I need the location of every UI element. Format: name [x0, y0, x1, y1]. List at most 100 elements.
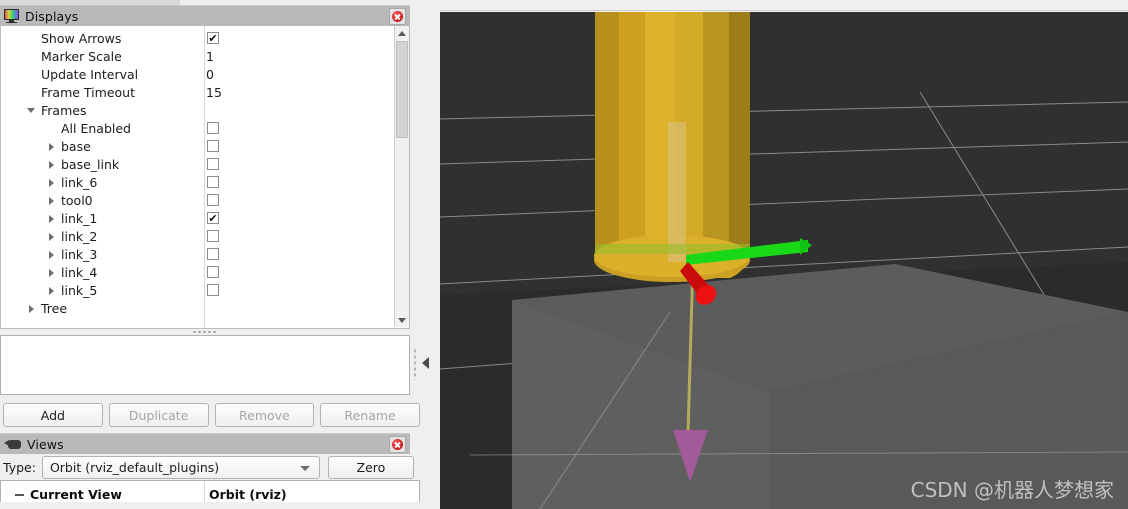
displays-description-box	[0, 335, 410, 395]
tree-row-label: Frames	[41, 102, 87, 118]
tree-row-value[interactable]: 1	[206, 49, 214, 64]
dock-collapse-handle[interactable]	[412, 340, 438, 388]
chevron-right-icon[interactable]	[47, 196, 56, 205]
tree-row-link-2[interactable]: link_2	[1, 227, 394, 245]
chevron-right-icon[interactable]	[47, 214, 56, 223]
render-viewport[interactable]: CSDN @机器人梦想家	[440, 12, 1128, 509]
render-scene	[440, 12, 1128, 509]
tree-row-label: Show Arrows	[41, 30, 122, 46]
tree-row-value[interactable]: 15	[206, 85, 222, 100]
tree-row-marker-scale[interactable]: Marker Scale 1	[1, 47, 394, 65]
tree-rows: Show Arrows ✔ Marker Scale 1 Update Interval…	[1, 29, 394, 317]
displays-button-row: Add Duplicate Remove Rename	[0, 403, 420, 428]
tree-row-link-3[interactable]: link_3	[1, 245, 394, 263]
scroll-down-arrow-icon[interactable]	[395, 313, 409, 327]
rename-button-label: Rename	[344, 407, 396, 423]
duplicate-button-label: Duplicate	[128, 407, 189, 423]
rename-button: Rename	[320, 403, 420, 427]
tree-row-label: base_link	[61, 156, 120, 172]
add-button[interactable]: Add	[3, 403, 103, 427]
tree-row-label: Frame Timeout	[41, 84, 135, 100]
tree-row-link-6[interactable]: link_6	[1, 173, 394, 191]
tree-no-expander	[27, 34, 36, 43]
duplicate-button: Duplicate	[108, 403, 209, 427]
tree-row-checkbox[interactable]	[207, 266, 219, 278]
tree-no-expander	[47, 124, 56, 133]
tree-no-expander	[27, 88, 36, 97]
tree-row-show-arrows[interactable]: Show Arrows ✔	[1, 29, 394, 47]
tree-row-label: link_2	[61, 228, 98, 244]
tree-row-all-enabled[interactable]: All Enabled	[1, 119, 394, 137]
tree-row-checkbox[interactable]	[207, 158, 219, 170]
views-close-button[interactable]	[389, 436, 406, 453]
remove-button: Remove	[214, 403, 315, 427]
rviz-window: Displays Show Arrows ✔ Marker Scale 1 Update…	[0, 0, 1128, 509]
tree-row-link-1[interactable]: link_1 ✔	[1, 209, 394, 227]
tree-row-label: base	[61, 138, 91, 154]
views-panel-titlebar: Views	[0, 433, 410, 454]
views-type-label: Type:	[3, 459, 36, 475]
scrollbar-thumb[interactable]	[396, 41, 408, 138]
tree-row-label: tool0	[61, 192, 93, 208]
tree-row-label: link_5	[61, 282, 98, 298]
displays-panel-titlebar: Displays	[0, 5, 410, 26]
views-type-combobox[interactable]: Orbit (rviz_default_plugins)	[41, 455, 320, 479]
tree-row-checkbox[interactable]	[207, 122, 219, 134]
tree-row-label: link_3	[61, 246, 98, 262]
tree-row-checkbox[interactable]: ✔	[207, 32, 219, 44]
zero-button[interactable]: Zero	[327, 455, 414, 479]
current-view-row[interactable]: Current View	[1, 487, 122, 502]
tree-row-frame-timeout[interactable]: Frame Timeout 15	[1, 83, 394, 101]
splitter-grip-dots	[192, 331, 218, 333]
collapse-grip-dots	[414, 348, 416, 380]
displays-close-button[interactable]	[389, 8, 406, 25]
chevron-right-icon[interactable]	[47, 232, 56, 241]
tree-row-checkbox[interactable]	[207, 230, 219, 242]
chevron-right-icon[interactable]	[47, 160, 56, 169]
views-type-value: Orbit (rviz_default_plugins)	[49, 459, 220, 475]
tree-row-label: link_6	[61, 174, 98, 190]
tree-row-checkbox[interactable]	[207, 176, 219, 188]
tree-row-checkbox[interactable]: ✔	[207, 212, 219, 224]
chevron-right-icon[interactable]	[47, 250, 56, 259]
tree-row-base[interactable]: base	[1, 137, 394, 155]
tree-row-checkbox[interactable]	[207, 284, 219, 296]
robot-link-cylinder	[594, 12, 750, 282]
remove-button-label: Remove	[239, 407, 290, 423]
tree-row-tool0[interactable]: tool0	[1, 191, 394, 209]
views-tree-column-divider	[204, 481, 205, 502]
chevron-right-icon[interactable]	[47, 178, 56, 187]
chevron-right-icon[interactable]	[27, 304, 36, 313]
displays-property-tree[interactable]: Show Arrows ✔ Marker Scale 1 Update Interval…	[0, 26, 410, 329]
camera-icon	[4, 439, 21, 450]
tree-row-link-5[interactable]: link_5	[1, 281, 394, 299]
tree-row-label: All Enabled	[61, 120, 131, 136]
tree-row-tree[interactable]: Tree	[1, 299, 394, 317]
scroll-up-arrow-icon[interactable]	[395, 26, 409, 40]
tree-row-value[interactable]: 0	[206, 67, 214, 82]
displays-panel-title: Displays	[25, 8, 79, 24]
tree-no-expander	[27, 70, 36, 79]
chevron-right-icon[interactable]	[47, 286, 56, 295]
current-view-value: Orbit (rviz)	[209, 487, 287, 502]
watermark-text: CSDN @机器人梦想家	[910, 478, 1114, 502]
views-property-tree[interactable]: Current View Orbit (rviz)	[0, 480, 420, 502]
tree-row-checkbox[interactable]	[207, 140, 219, 152]
views-type-row: Type: Orbit (rviz_default_plugins) Zero	[0, 454, 420, 480]
displays-tree-scrollbar[interactable]	[394, 26, 409, 327]
collapse-minus-icon[interactable]	[15, 490, 24, 499]
tree-row-frames[interactable]: Frames	[1, 101, 394, 119]
chevron-left-icon	[422, 357, 429, 369]
tree-row-base-link[interactable]: base_link	[1, 155, 394, 173]
tree-row-label: Update Interval	[41, 66, 139, 82]
tree-row-link-4[interactable]: link_4	[1, 263, 394, 281]
chevron-right-icon[interactable]	[47, 268, 56, 277]
chevron-right-icon[interactable]	[47, 142, 56, 151]
tree-row-label: link_4	[61, 264, 98, 280]
tree-row-checkbox[interactable]	[207, 194, 219, 206]
chevron-down-icon[interactable]	[27, 106, 36, 115]
tree-row-checkbox[interactable]	[207, 248, 219, 260]
add-button-label: Add	[40, 407, 65, 423]
close-icon	[392, 439, 403, 450]
tree-row-update-interval[interactable]: Update Interval 0	[1, 65, 394, 83]
